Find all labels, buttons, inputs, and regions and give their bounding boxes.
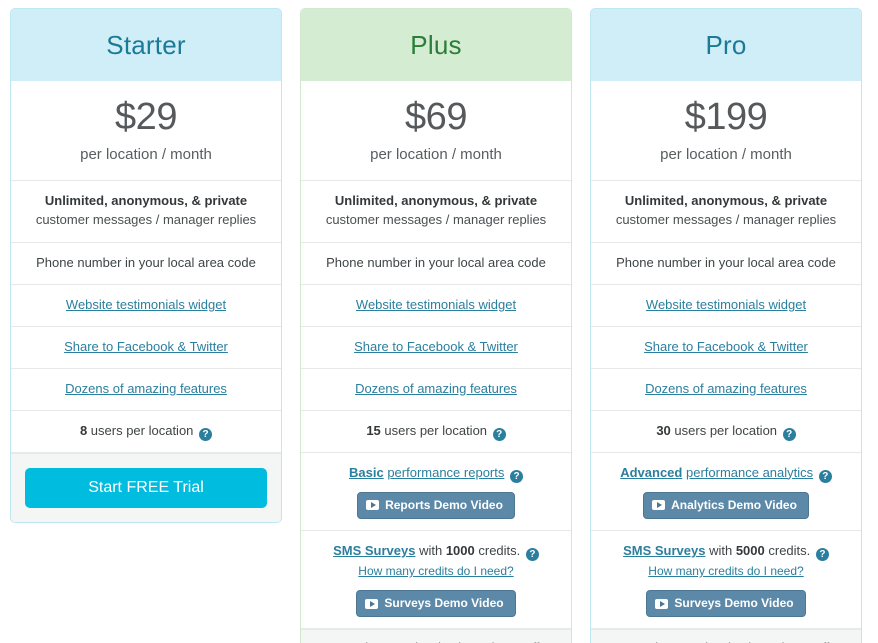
feature-messages-sub: customer messages / manager replies [35, 212, 257, 228]
price-period-starter: per location / month [80, 145, 212, 163]
price-period-pro: per location / month [660, 145, 792, 163]
link-testimonials[interactable]: Website testimonials widget [646, 297, 806, 312]
plan-title-pro: Pro [591, 9, 861, 81]
link-dozens-features[interactable]: Dozens of amazing features [645, 381, 807, 396]
reports-demo-video-label: Reports Demo Video [385, 497, 503, 512]
help-icon[interactable]: ? [525, 548, 539, 561]
link-testimonials[interactable]: Website testimonials widget [356, 297, 516, 312]
link-reports-bold[interactable]: Basic [349, 465, 384, 480]
feature-dozens-starter: Dozens of amazing features [11, 368, 281, 411]
link-sms-surveys[interactable]: SMS Surveys [623, 543, 705, 558]
play-icon [652, 500, 666, 511]
users-suffix-pro: users per location [674, 422, 778, 438]
link-social-share[interactable]: Share to Facebook & Twitter [64, 339, 228, 354]
link-analytics-rest[interactable]: performance analytics [686, 465, 813, 480]
link-social-share[interactable]: Share to Facebook & Twitter [354, 339, 518, 354]
surveys-demo-video-label: Surveys Demo Video [674, 595, 794, 610]
play-icon [655, 598, 669, 609]
feature-messages-title: Unlimited, anonymous, & private [624, 192, 828, 208]
link-dozens-features[interactable]: Dozens of amazing features [355, 381, 517, 396]
feature-messages-plus: Unlimited, anonymous, & private customer… [301, 180, 571, 244]
help-icon[interactable]: ? [199, 427, 213, 441]
feature-dozens-plus: Dozens of amazing features [301, 368, 571, 411]
feature-users-starter: 8 users per location ? [11, 410, 281, 453]
feature-social-starter: Share to Facebook & Twitter [11, 326, 281, 369]
link-dozens-features[interactable]: Dozens of amazing features [65, 381, 227, 396]
link-sms-surveys[interactable]: SMS Surveys [333, 543, 415, 558]
sms-credits-pro: 5000 [735, 543, 765, 558]
plan-title-starter: Starter [11, 9, 281, 81]
help-icon[interactable]: ? [510, 469, 523, 483]
surveys-demo-video-button[interactable]: Surveys Demo Video [646, 589, 806, 618]
surveys-demo-video-button[interactable]: Surveys Demo Video [356, 589, 516, 618]
feature-messages-starter: Unlimited, anonymous, & private customer… [11, 180, 281, 244]
link-how-many-credits[interactable]: How many credits do I need? [648, 564, 803, 578]
price-block-starter: $29 per location / month [11, 81, 281, 181]
feature-social-plus: Share to Facebook & Twitter [301, 326, 571, 369]
surveys-demo-video-label: Surveys Demo Video [384, 595, 504, 610]
link-reports-rest[interactable]: performance reports [387, 465, 504, 480]
plan-card-starter: Starter $29 per location / month Unlimit… [10, 8, 282, 523]
cta-zone-starter: Start FREE Trial [11, 452, 281, 522]
feature-reports-plus: Basic performance reports ? Reports Demo… [301, 452, 571, 531]
feature-messages-title: Unlimited, anonymous, & private [44, 192, 248, 208]
feature-dozens-pro: Dozens of amazing features [591, 368, 861, 411]
users-suffix-plus: users per location [384, 422, 488, 438]
sms-with-text: with [419, 543, 443, 558]
plan-card-pro: Pro $199 per location / month Unlimited,… [590, 8, 862, 643]
feature-testimonials-starter: Website testimonials widget [11, 285, 281, 327]
price-amount-pro: $199 [684, 96, 768, 138]
price-amount-starter: $29 [115, 96, 177, 138]
price-block-plus: $69 per location / month [301, 81, 571, 181]
feature-messages-title: Unlimited, anonymous, & private [334, 192, 538, 208]
sms-credits-suffix: credits. [478, 543, 521, 558]
no-trial-note-pro: Due to the costs involved, we do not off… [591, 629, 861, 643]
price-block-pro: $199 per location / month [591, 81, 861, 181]
pricing-table: Starter $29 per location / month Unlimit… [0, 0, 878, 643]
feature-users-pro: 30 users per location ? [591, 410, 861, 453]
link-how-many-credits[interactable]: How many credits do I need? [358, 564, 513, 578]
help-icon[interactable]: ? [492, 427, 506, 441]
link-testimonials[interactable]: Website testimonials widget [66, 297, 226, 312]
link-analytics-bold[interactable]: Advanced [620, 465, 682, 480]
play-icon [365, 598, 379, 609]
price-amount-plus: $69 [405, 96, 467, 138]
sms-with-text: with [709, 543, 733, 558]
feature-messages-pro: Unlimited, anonymous, & private customer… [591, 180, 861, 244]
sms-credits-plus: 1000 [445, 543, 475, 558]
users-count-plus: 15 [366, 422, 381, 438]
feature-users-plus: 15 users per location ? [301, 410, 571, 453]
help-icon[interactable]: ? [818, 469, 832, 483]
plan-card-plus: Plus $69 per location / month Unlimited,… [300, 8, 572, 643]
users-count-starter: 8 [79, 422, 88, 438]
users-count-pro: 30 [656, 422, 671, 438]
feature-testimonials-plus: Website testimonials widget [301, 285, 571, 327]
feature-phone-plus: Phone number in your local area code [301, 243, 571, 286]
feature-social-pro: Share to Facebook & Twitter [591, 326, 861, 369]
analytics-demo-video-button[interactable]: Analytics Demo Video [643, 491, 809, 519]
help-icon[interactable]: ? [815, 548, 829, 561]
feature-sms-pro: SMS Surveys with 5000 credits. ? How man… [591, 531, 861, 630]
feature-sms-plus: SMS Surveys with 1000 credits. ? How man… [301, 531, 571, 630]
play-icon [366, 500, 380, 511]
feature-analytics-pro: Advanced performance analytics ? Analyti… [591, 452, 861, 531]
price-period-plus: per location / month [370, 145, 502, 163]
feature-testimonials-pro: Website testimonials widget [591, 285, 861, 327]
start-free-trial-button[interactable]: Start FREE Trial [25, 467, 267, 508]
sms-credits-suffix: credits. [768, 543, 811, 558]
link-social-share[interactable]: Share to Facebook & Twitter [644, 339, 808, 354]
help-icon[interactable]: ? [782, 427, 796, 441]
feature-phone-pro: Phone number in your local area code [591, 243, 861, 286]
feature-messages-sub: customer messages / manager replies [615, 212, 837, 228]
analytics-demo-video-label: Analytics Demo Video [671, 497, 797, 512]
reports-demo-video-button[interactable]: Reports Demo Video [357, 491, 515, 519]
no-trial-note-plus: Due to the costs involved, we do not off… [301, 629, 571, 643]
feature-phone-starter: Phone number in your local area code [11, 243, 281, 286]
plan-title-plus: Plus [301, 9, 571, 81]
feature-messages-sub: customer messages / manager replies [325, 212, 547, 228]
users-suffix-starter: users per location [90, 422, 194, 438]
